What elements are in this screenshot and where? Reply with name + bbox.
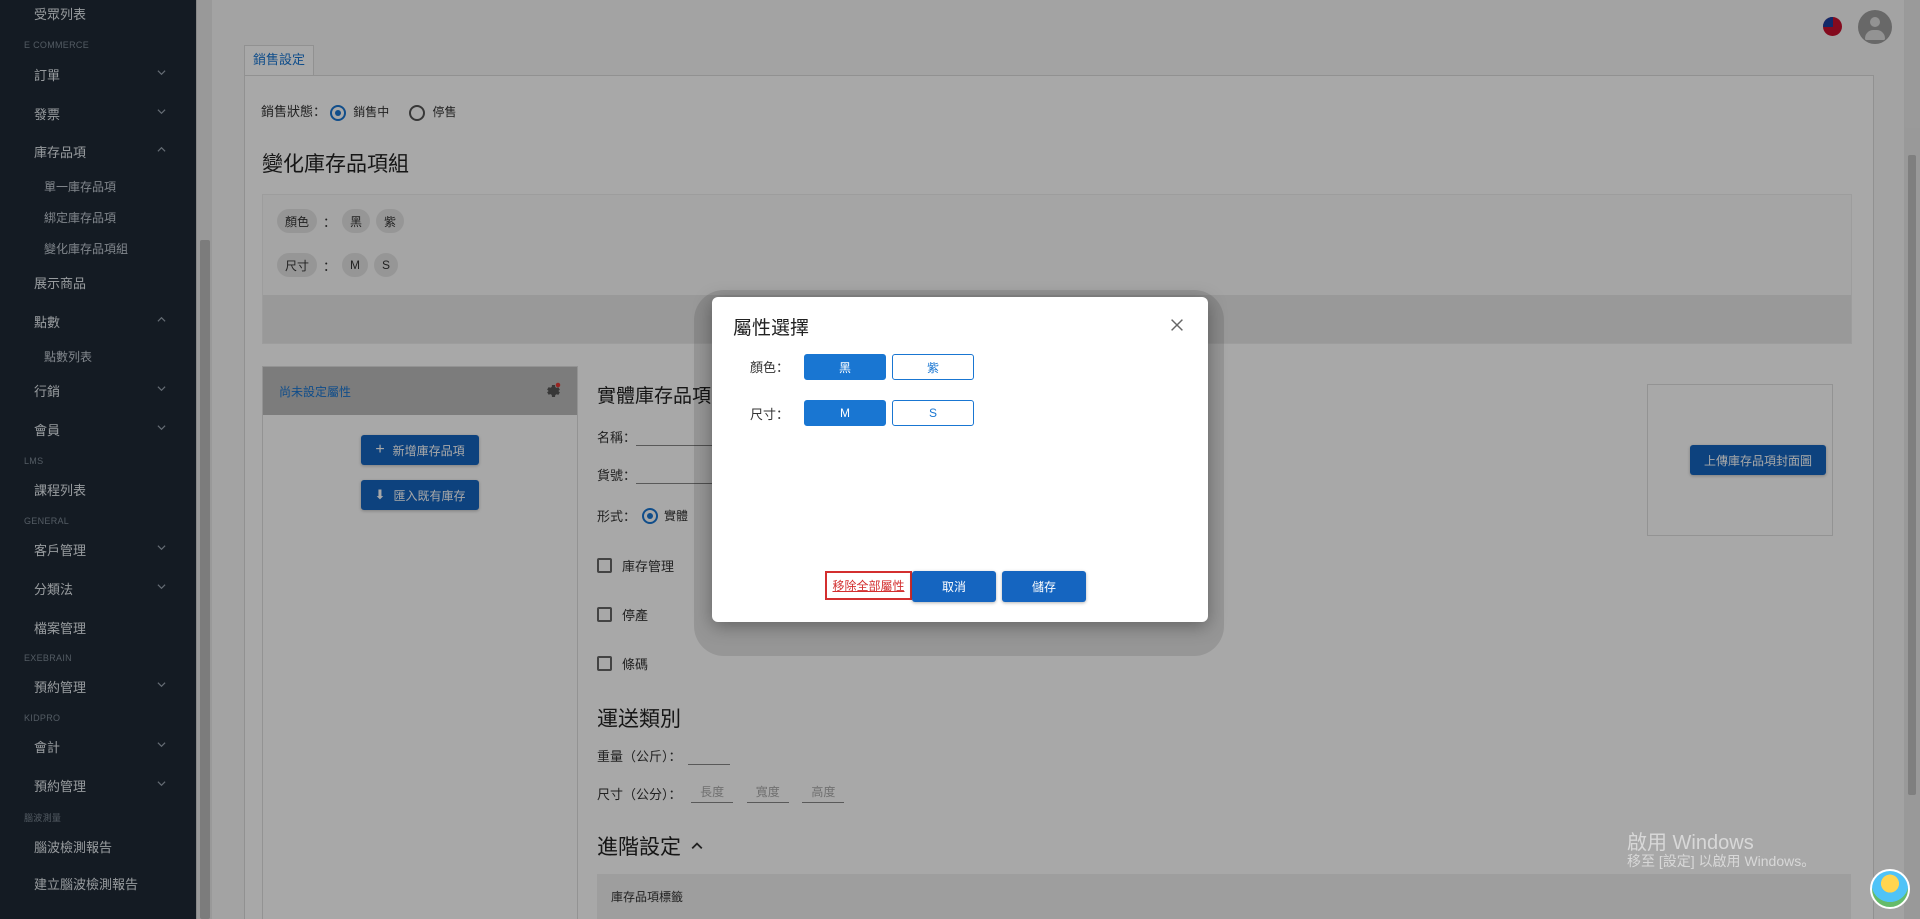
- size-option-m[interactable]: M: [804, 400, 886, 426]
- attribute-select-dialog: 屬性選擇 顏色： 黑 紫 尺寸： M S 移除全部屬性 取消 儲存: [712, 297, 1208, 622]
- windows-activation-subtitle: 移至 [設定] 以啟用 Windows。: [1627, 853, 1816, 869]
- remove-all-attributes-link[interactable]: 移除全部屬性: [825, 571, 912, 600]
- cancel-button[interactable]: 取消: [912, 571, 996, 602]
- beach-widget-icon[interactable]: [1870, 869, 1910, 909]
- save-button[interactable]: 儲存: [1002, 571, 1086, 602]
- color-option-black[interactable]: 黑: [804, 354, 886, 380]
- close-icon[interactable]: [1168, 316, 1186, 334]
- color-option-purple[interactable]: 紫: [892, 354, 974, 380]
- dialog-size-label: 尺寸：: [750, 407, 790, 422]
- dialog-color-label: 顏色：: [750, 360, 790, 375]
- size-option-s[interactable]: S: [892, 400, 974, 426]
- dialog-title: 屬性選擇: [733, 318, 810, 339]
